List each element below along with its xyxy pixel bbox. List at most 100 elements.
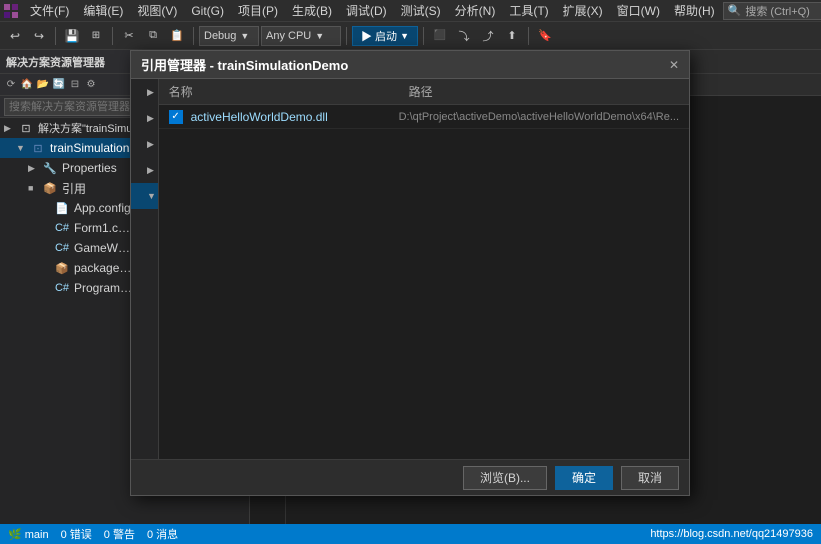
cancel-button[interactable]: 取消 bbox=[621, 466, 679, 490]
dialog-title: 引用管理器 - trainSimulationDemo bbox=[141, 55, 348, 74]
toolbar-separator-1 bbox=[55, 27, 56, 45]
dll-path: D:\qtProject\activeDemo\activeHelloWorld… bbox=[399, 111, 679, 123]
dialog-left-nav: ▶ 程序集 ▶ 项目 ▶ 共享的项目 ▶ COM ▼ 浏览 ▶ 最近 bbox=[131, 79, 159, 459]
col-name-header: 名称 bbox=[169, 83, 389, 100]
menu-extensions[interactable]: 扩展(X) bbox=[557, 0, 609, 21]
dialog-right-content: 名称 路径 activeHelloWorldDemo.dll D:\qtProj… bbox=[159, 79, 689, 459]
tree-references-label: 引用 bbox=[62, 180, 86, 197]
menu-window[interactable]: 窗口(W) bbox=[611, 0, 666, 21]
tree-properties-label: Properties bbox=[62, 161, 117, 175]
chevron-properties-icon: ▶ bbox=[28, 163, 42, 174]
chevron-shared-icon: ▶ bbox=[147, 139, 154, 150]
menu-tools[interactable]: 工具(T) bbox=[503, 0, 554, 21]
menu-bar: 文件(F) 编辑(E) 视图(V) Git(G) 项目(P) 生成(B) 调试(… bbox=[0, 0, 821, 22]
package-icon: 📦 bbox=[54, 260, 70, 276]
menu-git[interactable]: Git(G) bbox=[185, 2, 230, 20]
status-errors[interactable]: 0 错误 bbox=[61, 526, 92, 542]
start-button[interactable]: ▶ 启动 ▼ bbox=[352, 26, 418, 46]
save-button[interactable]: 💾 bbox=[61, 25, 83, 47]
toolbar-separator-6 bbox=[528, 27, 529, 45]
toolbar-separator-3 bbox=[193, 27, 194, 45]
copy-button[interactable]: ⧉ bbox=[142, 25, 164, 47]
step-out-button[interactable]: ⬆ bbox=[501, 25, 523, 47]
col-path-header: 路径 bbox=[409, 83, 433, 100]
search-icon: 🔍 bbox=[728, 4, 742, 17]
dialog-title-bar: 引用管理器 - trainSimulationDemo ✕ bbox=[131, 51, 689, 79]
dialog-body: ▶ 程序集 ▶ 项目 ▶ 共享的项目 ▶ COM ▼ 浏览 ▶ 最近 bbox=[131, 79, 689, 459]
dialog-nav-shared[interactable]: ▶ 共享的项目 bbox=[131, 131, 158, 157]
config-chevron-icon: ▼ bbox=[240, 31, 249, 41]
status-branch[interactable]: 🌿 main bbox=[8, 528, 49, 541]
menu-test[interactable]: 测试(S) bbox=[395, 0, 447, 21]
step-over-button[interactable]: ⤵ bbox=[453, 25, 475, 47]
paste-button[interactable]: 📋 bbox=[166, 25, 188, 47]
form1-icon: C# bbox=[54, 220, 70, 236]
sync-icon[interactable]: ⟳ bbox=[4, 78, 18, 92]
status-left: 🌿 main 0 错误 0 警告 0 消息 bbox=[8, 526, 178, 542]
menu-help[interactable]: 帮助(H) bbox=[668, 0, 721, 21]
toolbar: ↩ ↪ 💾 ⊞ ✂ ⧉ 📋 Debug ▼ Any CPU ▼ ▶ 启动 ▼ ⬛… bbox=[0, 22, 821, 50]
chevron-browse-icon: ▼ bbox=[147, 191, 156, 201]
chevron-project-icon: ▼ bbox=[16, 143, 30, 153]
dialog-nav-recent[interactable]: ▶ 最近 bbox=[131, 209, 159, 235]
status-blog-url: https://blog.csdn.net/qq21497936 bbox=[650, 528, 813, 540]
row-checkbox[interactable] bbox=[169, 110, 183, 124]
table-row[interactable]: activeHelloWorldDemo.dll D:\qtProject\ac… bbox=[159, 105, 689, 129]
project-icon: ⊡ bbox=[30, 140, 46, 156]
toolbar-separator-2 bbox=[112, 27, 113, 45]
status-right: https://blog.csdn.net/qq21497936 bbox=[650, 528, 813, 540]
chevron-refs-icon: ■ bbox=[28, 183, 42, 193]
status-messages[interactable]: 0 消息 bbox=[147, 526, 178, 542]
refresh-icon[interactable]: 🔄 bbox=[52, 78, 66, 92]
home-icon[interactable]: 🏠 bbox=[20, 78, 34, 92]
menu-view[interactable]: 视图(V) bbox=[131, 0, 183, 21]
start-chevron-icon: ▼ bbox=[400, 31, 409, 41]
chevron-assemblies-icon: ▶ bbox=[147, 87, 154, 98]
start-label: ▶ 启动 bbox=[361, 28, 397, 44]
menu-analyze[interactable]: 分析(N) bbox=[449, 0, 502, 21]
ok-button[interactable]: 确定 bbox=[555, 466, 613, 490]
dialog-nav-browse[interactable]: ▼ 浏览 bbox=[131, 183, 158, 209]
toolbar-separator-4 bbox=[346, 27, 347, 45]
undo-button[interactable]: ↩ bbox=[4, 25, 26, 47]
platform-label: Any CPU bbox=[266, 30, 311, 42]
dialog-nav-assemblies[interactable]: ▶ 程序集 bbox=[131, 79, 158, 105]
menu-debug[interactable]: 调试(D) bbox=[340, 0, 393, 21]
save-all-button[interactable]: ⊞ bbox=[85, 25, 107, 47]
dialog-footer: 浏览(B)... 确定 取消 bbox=[131, 459, 689, 495]
dll-name: activeHelloWorldDemo.dll bbox=[191, 110, 391, 124]
breakpoints-button[interactable]: ⬛ bbox=[429, 25, 451, 47]
dialog-nav-projects[interactable]: ▶ 项目 bbox=[131, 105, 158, 131]
redo-button[interactable]: ↪ bbox=[28, 25, 50, 47]
collapse-icon[interactable]: ⊟ bbox=[68, 78, 82, 92]
status-warnings[interactable]: 0 警告 bbox=[104, 526, 135, 542]
dialog-nav-com[interactable]: ▶ COM bbox=[131, 157, 158, 183]
menu-edit[interactable]: 编辑(E) bbox=[77, 0, 129, 21]
search-placeholder: 搜索 (Ctrl+Q) bbox=[745, 3, 809, 19]
bookmark-button[interactable]: 🔖 bbox=[534, 25, 556, 47]
app-icon bbox=[4, 3, 18, 19]
dialog-close-button[interactable]: ✕ bbox=[669, 58, 679, 72]
reference-manager-dialog: 引用管理器 - trainSimulationDemo ✕ ▶ 程序集 ▶ 项目… bbox=[130, 50, 690, 496]
platform-dropdown[interactable]: Any CPU ▼ bbox=[261, 26, 341, 46]
appconfig-icon: 📄 bbox=[54, 200, 70, 216]
config-dropdown[interactable]: Debug ▼ bbox=[199, 26, 259, 46]
solution-icon: ⊡ bbox=[18, 120, 34, 136]
config-label: Debug bbox=[204, 30, 236, 42]
show-all-files-icon[interactable]: 📂 bbox=[36, 78, 50, 92]
browse-button[interactable]: 浏览(B)... bbox=[463, 466, 547, 490]
sidebar-title: 解决方案资源管理器 bbox=[6, 54, 105, 70]
references-icon: 📦 bbox=[42, 180, 58, 196]
properties-icon[interactable]: ⚙ bbox=[84, 78, 98, 92]
menu-project[interactable]: 项目(P) bbox=[232, 0, 284, 21]
cut-button[interactable]: ✂ bbox=[118, 25, 140, 47]
menu-build[interactable]: 生成(B) bbox=[286, 0, 338, 21]
properties-folder-icon: 🔧 bbox=[42, 160, 58, 176]
tree-appconfig-label: App.config bbox=[74, 201, 131, 215]
global-search-box[interactable]: 🔍 搜索 (Ctrl+Q) bbox=[723, 2, 821, 20]
chevron-com-icon: ▶ bbox=[147, 165, 154, 176]
program-icon: C# bbox=[54, 280, 70, 296]
gamew-icon: C# bbox=[54, 240, 70, 256]
menu-file[interactable]: 文件(F) bbox=[24, 0, 75, 21]
step-into-button[interactable]: ⤴ bbox=[477, 25, 499, 47]
